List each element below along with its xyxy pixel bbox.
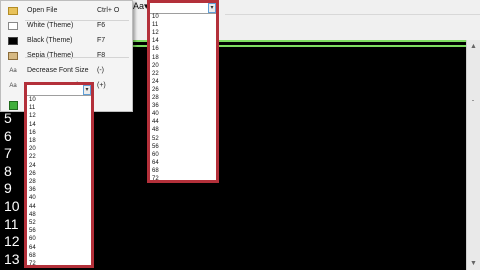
font-size-option[interactable]: 52 bbox=[152, 135, 159, 143]
menu-item-decrease-font[interactable]: Aa Decrease Font Size (-) bbox=[1, 63, 134, 79]
line-number: 9 bbox=[4, 180, 12, 197]
line-number: 6 bbox=[4, 127, 12, 144]
font-size-option[interactable]: 12 bbox=[29, 112, 36, 120]
font-size-option[interactable]: 26 bbox=[152, 86, 159, 94]
font-size-option[interactable]: 16 bbox=[152, 45, 159, 53]
line-number: 11 bbox=[4, 215, 19, 232]
document-icon bbox=[9, 101, 18, 110]
font-size-option[interactable]: 28 bbox=[152, 94, 159, 102]
font-size-option[interactable]: 68 bbox=[152, 167, 159, 175]
font-size-option[interactable]: 40 bbox=[152, 110, 159, 118]
scroll-thumb[interactable] bbox=[470, 100, 476, 160]
font-size-option[interactable]: 44 bbox=[152, 118, 159, 126]
font-size-option[interactable]: 44 bbox=[29, 203, 36, 211]
toolbar-divider bbox=[225, 14, 480, 15]
font-size-option[interactable]: 10 bbox=[152, 13, 159, 21]
font-size-option[interactable]: 72 bbox=[29, 260, 36, 268]
sepia-theme-icon bbox=[8, 52, 18, 60]
font-size-option[interactable]: 52 bbox=[29, 219, 36, 227]
font-size-option[interactable]: 68 bbox=[29, 252, 36, 260]
line-number: 7 bbox=[4, 145, 12, 162]
decrease-font-icon: Aa bbox=[9, 68, 17, 74]
font-size-option[interactable]: 22 bbox=[152, 70, 159, 78]
font-size-option[interactable]: 56 bbox=[152, 143, 159, 151]
font-size-option[interactable]: 20 bbox=[152, 62, 159, 70]
font-size-option[interactable]: 48 bbox=[29, 211, 36, 219]
font-size-combo[interactable]: ▾ bbox=[150, 3, 216, 14]
chevron-down-icon[interactable]: ▾ bbox=[208, 3, 216, 13]
menu-item-black-theme[interactable]: Black (Theme) F7 bbox=[1, 33, 134, 49]
font-size-option[interactable]: 18 bbox=[29, 137, 36, 145]
vertical-scrollbar[interactable]: ▲ ▼ bbox=[466, 40, 480, 270]
font-size-option[interactable]: 64 bbox=[152, 159, 159, 167]
black-theme-icon bbox=[8, 37, 18, 45]
font-size-dropdown-right[interactable]: ▾ 10 11 12 14 16 18 20 22 24 26 28 36 40 44 48 52 56 60 64… bbox=[147, 0, 219, 183]
menu-item-sepia-theme[interactable]: Sepia (Theme) F8 bbox=[1, 48, 134, 64]
menu-item-open-file[interactable]: Open File Ctrl+ O bbox=[1, 3, 134, 19]
line-number: 12 bbox=[4, 233, 20, 250]
font-size-option[interactable]: 10 bbox=[29, 96, 36, 104]
font-size-option[interactable]: 26 bbox=[29, 170, 36, 178]
scroll-down-icon[interactable]: ▼ bbox=[469, 259, 478, 268]
font-size-option[interactable]: 12 bbox=[152, 29, 159, 37]
font-size-option[interactable]: 16 bbox=[29, 129, 36, 137]
line-number: 13 bbox=[4, 250, 20, 267]
font-size-option[interactable]: 18 bbox=[152, 54, 159, 62]
folder-icon bbox=[8, 7, 18, 15]
scroll-up-icon[interactable]: ▲ bbox=[469, 42, 478, 51]
font-size-option[interactable]: 22 bbox=[29, 153, 36, 161]
line-number: 5 bbox=[4, 110, 12, 126]
font-size-option[interactable]: 24 bbox=[152, 78, 159, 86]
font-size-option[interactable]: 14 bbox=[29, 121, 36, 129]
line-number: 10 bbox=[4, 198, 20, 214]
font-size-combo[interactable]: ▾ bbox=[27, 85, 91, 96]
font-size-option[interactable]: 60 bbox=[152, 151, 159, 159]
font-size-option[interactable]: 11 bbox=[152, 21, 158, 29]
font-size-option[interactable]: 60 bbox=[29, 235, 36, 243]
font-size-option[interactable]: 36 bbox=[152, 102, 159, 110]
font-size-option[interactable]: 28 bbox=[29, 178, 36, 186]
chevron-down-icon[interactable]: ▾ bbox=[83, 85, 91, 95]
font-size-option[interactable]: 11 bbox=[29, 104, 35, 112]
increase-font-icon: Aa bbox=[9, 83, 17, 89]
font-size-option[interactable]: 36 bbox=[29, 186, 36, 194]
line-number: 8 bbox=[4, 162, 12, 179]
font-size-option[interactable]: 72 bbox=[152, 175, 159, 183]
font-size-option[interactable]: 40 bbox=[29, 194, 36, 202]
font-size-option[interactable]: 64 bbox=[29, 244, 36, 252]
font-size-option[interactable]: 24 bbox=[29, 162, 36, 170]
menu-item-white-theme[interactable]: White (Theme) F6 bbox=[1, 18, 134, 34]
white-theme-icon bbox=[8, 22, 18, 30]
font-size-dropdown-left[interactable]: ▾ 10 11 12 14 16 18 20 22 24 26 28 36 40 44 48 52 56 60 64… bbox=[24, 82, 94, 268]
font-size-option[interactable]: 20 bbox=[29, 145, 36, 153]
font-size-option[interactable]: 14 bbox=[152, 37, 159, 45]
font-size-option[interactable]: 56 bbox=[29, 227, 36, 235]
font-size-option[interactable]: 48 bbox=[152, 126, 159, 134]
